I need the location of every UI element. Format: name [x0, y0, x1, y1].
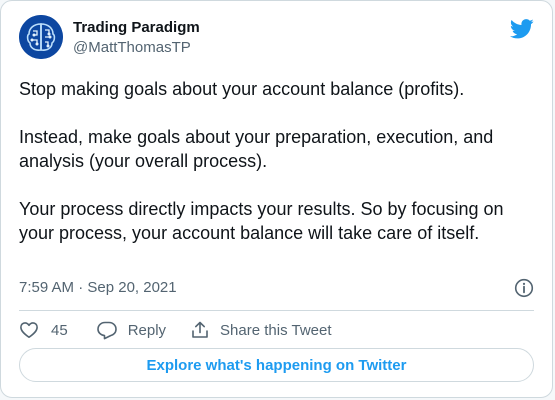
- twitter-bird-icon[interactable]: [509, 19, 534, 41]
- share-label: Share this Tweet: [220, 321, 332, 339]
- avatar[interactable]: [19, 15, 63, 59]
- tweet-timestamp[interactable]: 7:59 AM · Sep 20, 2021: [19, 278, 177, 298]
- tweet-actions: 45 Reply Share this Tweet: [19, 319, 332, 341]
- divider: [19, 310, 534, 311]
- tweet-card: Trading Paradigm @MattThomasTP Stop maki…: [0, 0, 553, 398]
- author-display-name[interactable]: Trading Paradigm: [73, 18, 200, 38]
- author-names: Trading Paradigm @MattThomasTP: [73, 18, 200, 58]
- reply-icon: [96, 321, 117, 340]
- heart-icon: [20, 322, 38, 338]
- brain-circuit-icon: [19, 15, 63, 59]
- share-icon: [192, 321, 208, 338]
- tweet-text: Stop making goals about your account bal…: [19, 79, 504, 243]
- reply-label: Reply: [127, 321, 167, 339]
- share-button[interactable]: Share this Tweet: [190, 320, 332, 340]
- reply-button[interactable]: Reply: [96, 320, 166, 340]
- like-count: 45: [51, 321, 68, 339]
- info-icon[interactable]: [514, 278, 534, 298]
- tweet-header: Trading Paradigm @MattThomasTP: [19, 15, 534, 61]
- author-handle[interactable]: @MattThomasTP: [73, 38, 200, 58]
- explore-button[interactable]: Explore what's happening on Twitter: [19, 348, 534, 382]
- like-button[interactable]: 45: [19, 320, 68, 340]
